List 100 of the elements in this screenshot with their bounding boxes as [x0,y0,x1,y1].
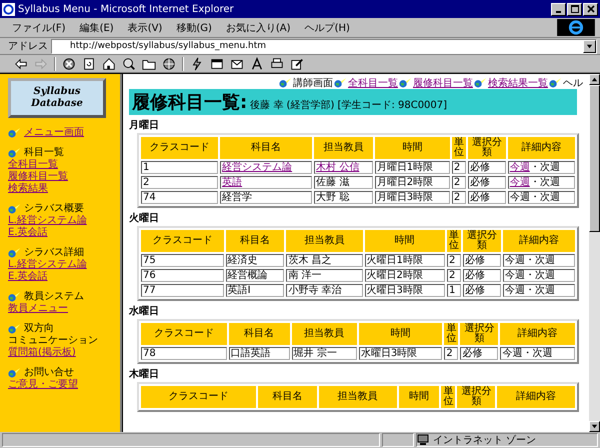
detail-text: ・次週 [530,192,560,203]
column-header: 担当教員 [292,323,357,345]
globe-icon [8,148,21,158]
column-header: 単位 [446,230,461,252]
day-heading: 火曜日 [129,212,160,225]
sidebar-link[interactable]: 履修科目一覧 [8,171,68,182]
table-cell: 月曜日1時限 [374,161,450,174]
print-icon[interactable] [270,56,284,70]
lightning-icon[interactable] [190,56,204,70]
table-cell: 必修 [468,191,506,204]
globe-icon [8,128,21,138]
sidebar-link[interactable]: E.英会話 [8,271,48,282]
sidebar-link[interactable]: 教員メニュー [8,303,68,314]
sidebar-link[interactable]: L.経営システム論 [8,259,87,270]
window-icon[interactable] [210,56,224,70]
close-button[interactable] [583,2,598,16]
table-cell: 月曜日3時限 [374,191,450,204]
back-icon[interactable] [14,56,28,70]
maximize-icon [570,5,578,13]
home-icon[interactable] [102,56,116,70]
scrollbar[interactable] [589,74,600,432]
column-header: クラスコード [141,230,224,252]
sidebar-link[interactable]: 検索結果 [8,183,48,194]
column-header: 詳細内容 [500,323,575,345]
table-cell: 1 [446,284,461,297]
column-header: 担当教員 [286,230,362,252]
menu-item[interactable]: 編集(E) [80,20,114,34]
day-heading: 月曜日 [129,119,160,132]
logo-text: Database [31,98,83,110]
stop-icon[interactable] [62,56,76,70]
section-heading: 科目一覧 [24,147,64,158]
globe-icon [8,204,21,214]
column-header: 選択分類 [460,323,498,345]
globe-icon [279,78,292,88]
column-header: 単位 [441,386,456,408]
scroll-down-arrow-icon[interactable] [591,423,598,430]
table-cell: 2 [141,176,218,189]
course-link[interactable]: 英語 [222,177,242,188]
menu-item[interactable]: 表示(V) [128,20,162,34]
column-header: 科目名 [226,230,284,252]
sidebar-link[interactable]: 質問箱(掲示板) [8,347,76,358]
sidebar-link[interactable]: ご意見・ご要望 [8,379,78,390]
table-cell: 月曜日2時限 [374,176,450,189]
scroll-up-arrow-icon[interactable] [591,76,598,83]
minimize-button[interactable] [551,2,566,16]
detail-link[interactable]: 今週 [510,177,530,188]
menu-item[interactable]: お気に入り(A) [226,20,291,34]
search-icon[interactable] [122,56,136,70]
refresh-icon[interactable] [82,56,96,70]
detail-text: ・次週 [524,270,555,281]
table-cell: 佐藤 滋 [314,176,373,189]
detail-link[interactable]: 今週 [510,162,530,173]
dropdown-arrow-icon [586,42,593,50]
menu-item[interactable]: ファイル(F) [12,20,66,34]
detail-text: ・次週 [524,285,555,296]
table-cell: 2 [452,191,466,204]
section-heading: コミュニケーション [8,335,99,346]
section-heading: お問い合せ [24,367,74,378]
detail-text: 今週 [504,255,525,266]
section-heading: 双方向 [24,323,54,335]
table-cell: 火曜日1時限 [364,254,445,267]
table-cell: 2 [446,269,461,282]
column-header: クラスコード [141,323,227,345]
detail-text: ・次週 [530,162,560,173]
edit-icon[interactable] [290,56,304,70]
nav-link[interactable]: 履修科目一覧 [413,76,473,90]
font-icon[interactable] [250,56,264,70]
menu-item[interactable]: ヘルプ(H) [304,20,350,34]
globe-icon [8,324,21,334]
nav-link[interactable]: 検索結果一覧 [488,76,548,90]
globe-icon[interactable] [162,56,176,70]
dropdown-button[interactable] [583,40,596,52]
menu-item[interactable]: 移動(G) [176,20,212,34]
table-cell: 2 [446,254,461,267]
address-label: アドレス [8,40,48,53]
column-header: 担当教員 [314,137,373,159]
table-cell: 火曜日3時限 [364,284,445,297]
day-heading: 木曜日 [129,368,160,381]
column-header: 単位 [444,323,458,345]
sidebar-link[interactable]: メニュー画面 [24,127,84,139]
address-field[interactable]: http://webpost/syllabus/syllabus_menu.htm [51,38,597,54]
table-cell: 小野寺 幸治 [286,284,362,297]
detail-text: 今週 [502,348,522,359]
table-cell: 1 [141,161,218,174]
detail-text: 今週 [504,270,525,281]
table-cell: 74 [141,191,218,204]
column-header: 選択分類 [462,230,501,252]
globe-icon [334,78,347,88]
column-header: 選択分類 [457,386,496,408]
table-cell: 2 [452,161,466,174]
column-header: 担当教員 [318,386,397,408]
sidebar-link[interactable]: L.経営システム論 [8,215,87,226]
maximize-button[interactable] [567,2,582,16]
table-cell: 必修 [462,284,501,297]
logo-text: Syllabus [33,86,80,98]
column-header: 詳細内容 [497,386,575,408]
day-heading: 水曜日 [129,305,160,318]
sidebar-link[interactable]: 全科目一覧 [8,159,58,170]
sidebar-link[interactable]: E.英会話 [8,227,48,238]
nav-link[interactable]: 全科目一覧 [348,76,398,90]
